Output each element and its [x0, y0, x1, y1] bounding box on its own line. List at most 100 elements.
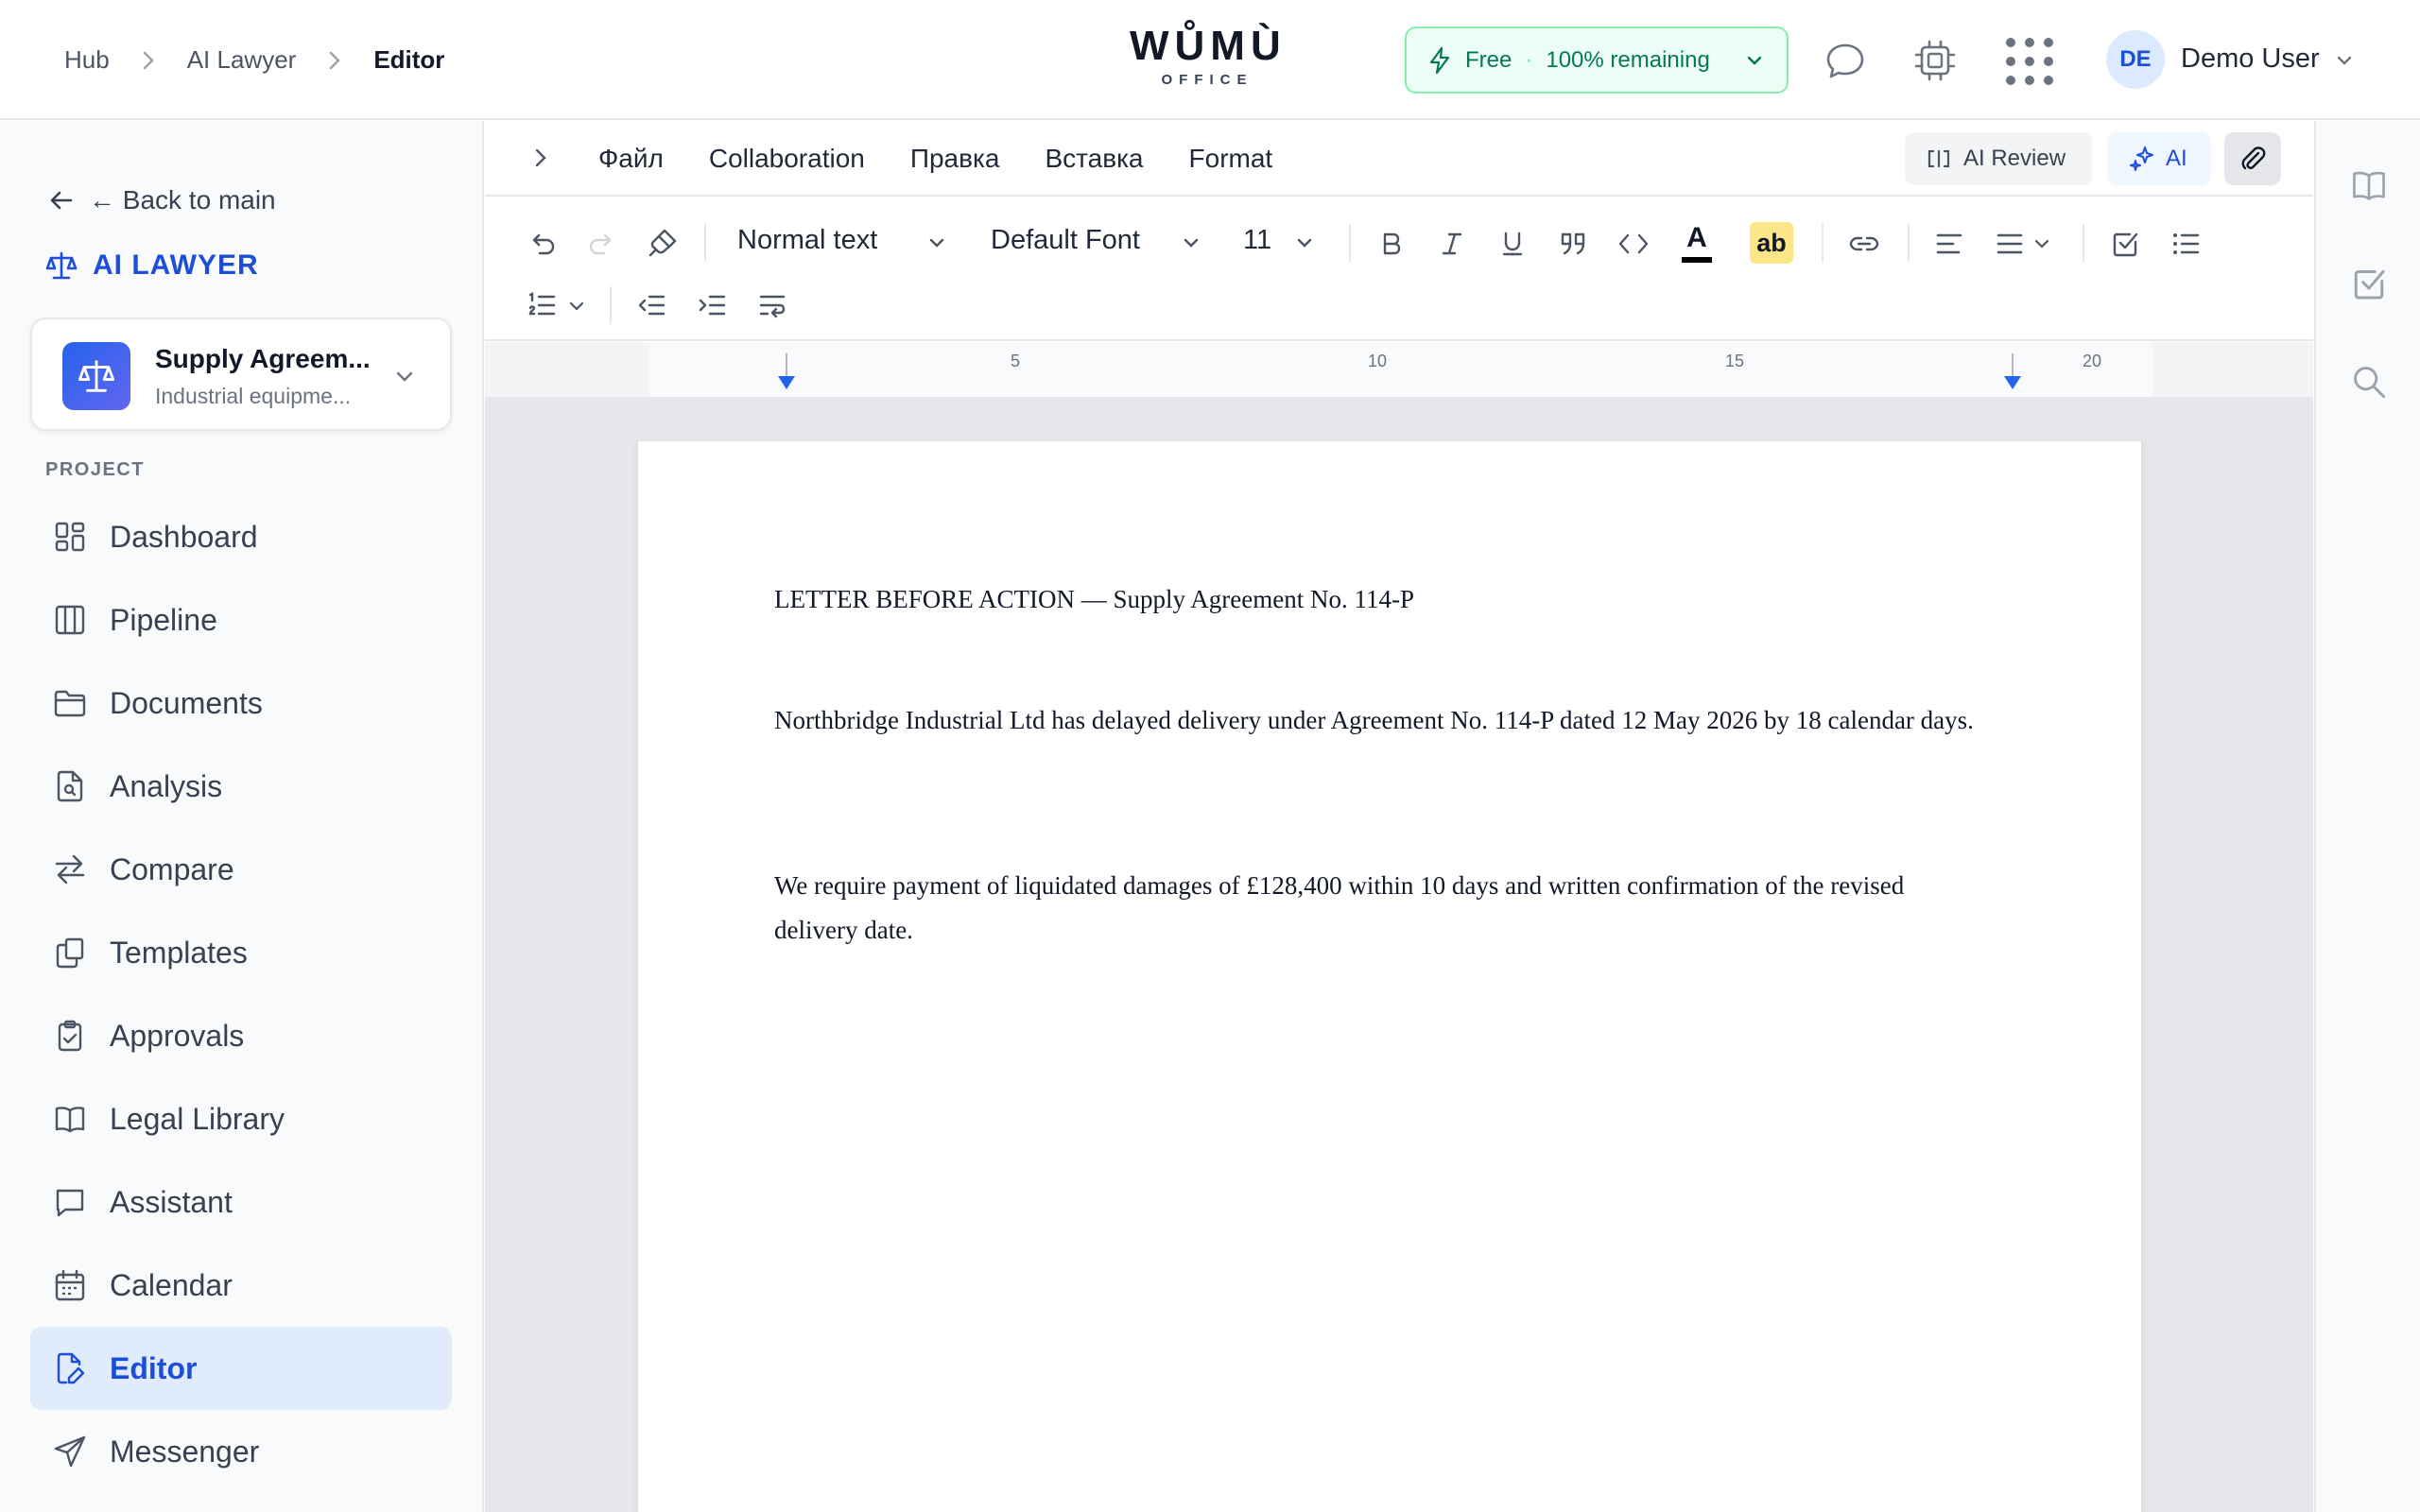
highlight-button[interactable]: ab — [1750, 222, 1793, 264]
brackets-icon — [1926, 147, 1963, 170]
document-heading[interactable]: LETTER BEFORE ACTION — Supply Agreement … — [774, 577, 1994, 622]
search-icon[interactable] — [2350, 363, 2388, 401]
numbered-list-icon[interactable] — [525, 288, 559, 322]
attachment-button[interactable] — [2224, 132, 2281, 185]
chevron-right-icon — [328, 50, 341, 71]
pipeline-icon — [53, 603, 110, 637]
plan-badge[interactable]: Free · 100% remaining — [1405, 26, 1789, 94]
paperclip-icon — [2238, 145, 2267, 173]
chevron-down-icon[interactable] — [2031, 233, 2052, 254]
menu-insert[interactable]: Вставка — [1045, 144, 1143, 174]
menu-format[interactable]: Format — [1189, 144, 1273, 174]
menu-file[interactable]: Файл — [598, 144, 664, 174]
code-icon[interactable] — [1616, 226, 1651, 262]
checklist-icon[interactable] — [2107, 226, 2143, 262]
underline-icon[interactable] — [1495, 226, 1530, 262]
font-size-select[interactable]: 11 — [1243, 225, 1271, 256]
breadcrumb-ai-lawyer[interactable]: AI Lawyer — [187, 45, 297, 75]
menu-collaboration[interactable]: Collaboration — [709, 144, 865, 174]
chevron-down-icon — [393, 365, 416, 387]
block-type-select[interactable]: Normal text — [737, 225, 877, 256]
section-label: PROJECT — [45, 459, 145, 480]
chevron-down-icon[interactable] — [2335, 51, 2354, 70]
chevron-down-icon[interactable] — [566, 296, 587, 317]
text-color-swatch — [1682, 257, 1712, 263]
align-left-icon[interactable] — [1931, 226, 1967, 262]
sidebar-item-documents[interactable]: Documents — [30, 662, 452, 745]
sidebar-item-label: Dashboard — [110, 519, 258, 554]
sidebar-nav: Dashboard Pipeline Documents Analysis Co… — [30, 495, 452, 1493]
ai-review-label: AI Review — [1963, 146, 2066, 171]
highlight-label: ab — [1756, 228, 1787, 257]
ai-review-button[interactable]: AI Review — [1905, 132, 2092, 185]
sidebar-item-legal-library[interactable]: Legal Library — [30, 1077, 452, 1160]
breadcrumb-hub[interactable]: Hub — [64, 45, 110, 75]
bullet-list-icon[interactable] — [2168, 226, 2204, 262]
logo-subtitle: OFFICE — [1161, 72, 1253, 88]
indent-icon[interactable] — [695, 288, 729, 322]
scales-icon — [45, 249, 93, 282]
sidebar-item-calendar[interactable]: Calendar — [30, 1244, 452, 1327]
chevron-down-icon[interactable] — [925, 232, 948, 254]
sidebar-item-editor[interactable]: Editor — [30, 1327, 452, 1410]
plan-remaining: 100% remaining — [1546, 46, 1710, 73]
cpu-chip-icon[interactable] — [1910, 36, 1960, 85]
sidebar-item-analysis[interactable]: Analysis — [30, 745, 452, 828]
task-check-icon[interactable] — [2350, 265, 2388, 302]
top-header: Hub AI Lawyer Editor WŮMÙ OFFICE Free · … — [0, 0, 2420, 120]
document-paragraph[interactable]: Northbridge Industrial Ltd has delayed d… — [774, 698, 1994, 743]
sidebar-item-label: Approvals — [110, 1018, 245, 1053]
sidebar-item-messenger[interactable]: Messenger — [30, 1410, 452, 1493]
sidebar-item-assistant[interactable]: Assistant — [30, 1160, 452, 1244]
sidebar-item-dashboard[interactable]: Dashboard — [30, 495, 452, 578]
project-description: Industrial equipme... — [155, 384, 352, 408]
calendar-icon — [53, 1268, 110, 1302]
bold-icon[interactable] — [1374, 226, 1409, 262]
undo-icon[interactable] — [525, 226, 559, 260]
back-to-main-link[interactable]: ← Back to main — [47, 185, 276, 215]
sidebar-item-label: Calendar — [110, 1267, 233, 1302]
chat-bubble-icon[interactable] — [1821, 36, 1870, 85]
chevron-right-icon[interactable] — [528, 146, 553, 170]
sidebar-item-pipeline[interactable]: Pipeline — [30, 578, 452, 662]
paint-format-icon[interactable] — [646, 226, 680, 260]
apps-grid-icon[interactable] — [2002, 34, 2057, 89]
ai-button[interactable]: AI — [2107, 132, 2211, 185]
plan-name: Free — [1465, 46, 1512, 73]
right-margin-marker[interactable] — [2002, 353, 2023, 395]
line-spacing-icon[interactable] — [1992, 226, 2028, 262]
chat-icon — [53, 1185, 110, 1219]
lightning-icon — [1427, 46, 1452, 75]
quote-icon[interactable] — [1555, 226, 1591, 262]
sidebar-item-compare[interactable]: Compare — [30, 828, 452, 911]
chevron-down-icon[interactable] — [1180, 232, 1202, 254]
avatar[interactable]: DE — [2106, 30, 2165, 89]
outdent-icon[interactable] — [634, 288, 668, 322]
text-color-button[interactable]: A — [1678, 218, 1716, 267]
sidebar-item-approvals[interactable]: Approvals — [30, 994, 452, 1077]
document-paragraph[interactable]: We require payment of liquidated damages… — [774, 864, 1994, 953]
book-open-icon[interactable] — [2350, 166, 2388, 204]
chevron-down-icon[interactable] — [1293, 232, 1316, 254]
sidebar-item-label: Templates — [110, 935, 248, 970]
templates-icon — [53, 936, 110, 970]
project-selector[interactable]: Supply Agreem... Industrial equipme... — [30, 318, 452, 431]
menu-edit[interactable]: Правка — [910, 144, 1000, 174]
editor-menubar: Файл Collaboration Правка Вставка Format… — [485, 121, 2313, 197]
left-margin-marker[interactable] — [776, 353, 797, 395]
sidebar-item-label: Documents — [110, 685, 263, 720]
redo-icon[interactable] — [585, 226, 619, 260]
compare-arrows-icon — [53, 852, 110, 886]
app-logo[interactable]: WŮMÙ OFFICE — [1130, 21, 1285, 88]
user-name[interactable]: Demo User — [2181, 43, 2320, 75]
italic-icon[interactable] — [1434, 226, 1470, 262]
chevron-right-icon — [142, 50, 155, 71]
ruler-tick: 5 — [1011, 352, 1021, 370]
font-family-select[interactable]: Default Font — [991, 225, 1140, 256]
text-wrap-icon[interactable] — [755, 288, 789, 322]
right-rail — [2314, 121, 2420, 1512]
arrow-left-icon — [47, 186, 89, 215]
sidebar-item-templates[interactable]: Templates — [30, 911, 452, 994]
document-page[interactable]: LETTER BEFORE ACTION — Supply Agreement … — [638, 441, 2141, 1512]
link-icon[interactable] — [1846, 226, 1882, 262]
